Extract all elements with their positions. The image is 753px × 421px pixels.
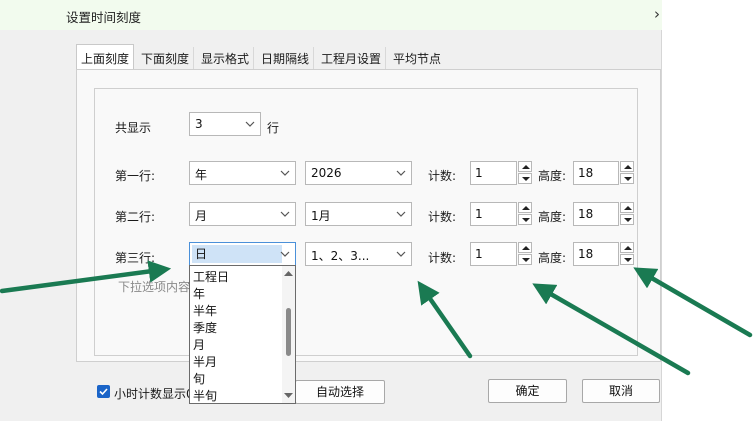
row3-count-input[interactable] — [470, 242, 517, 266]
tab-display-format[interactable]: 显示格式 — [197, 47, 255, 69]
row2-count-label: 计数: — [428, 210, 457, 224]
dropdown-option[interactable]: 半年 — [193, 302, 217, 319]
tab-top-scale[interactable]: 上面刻度 — [76, 44, 135, 70]
row1-unit-value: 年 — [195, 168, 208, 182]
scroll-down-icon[interactable] — [284, 392, 293, 399]
row2-unit-select[interactable]: 月 — [189, 202, 296, 226]
row2-height-down-button[interactable] — [620, 214, 634, 225]
row3-unit-select[interactable]: 日 — [189, 242, 296, 266]
row1-height-down-button[interactable] — [620, 173, 634, 184]
row3-count-field[interactable] — [471, 243, 516, 265]
triangle-up-icon — [624, 165, 632, 169]
close-button[interactable]: › — [654, 5, 660, 23]
row2-height-label: 高度: — [538, 210, 567, 224]
triangle-up-icon — [522, 165, 530, 169]
ok-button[interactable]: 确定 — [488, 379, 567, 403]
dropdown-option[interactable]: 半旬 — [193, 387, 217, 403]
tab-bottom-scale[interactable]: 下面刻度 — [137, 47, 195, 69]
row1-count-up-button[interactable] — [518, 161, 532, 172]
hour-count-checkbox[interactable] — [97, 385, 110, 398]
row1-count-down-button[interactable] — [518, 173, 532, 184]
row2-height-field[interactable] — [574, 203, 618, 225]
row2-count-input[interactable] — [470, 202, 517, 226]
row3-height-down-button[interactable] — [620, 254, 634, 265]
dropdown-scroll-thumb[interactable] — [286, 308, 291, 356]
chevron-down-icon — [245, 121, 255, 127]
row1-height-field[interactable] — [574, 162, 618, 184]
row2-unit-value: 月 — [195, 209, 208, 223]
row1-height-label: 高度: — [538, 169, 567, 183]
row1-format-select[interactable]: 2026 — [305, 161, 412, 185]
chevron-down-icon — [396, 211, 406, 217]
tab-project-month[interactable]: 工程月设置 — [317, 47, 387, 69]
row1-label: 第一行: — [115, 169, 156, 183]
dropdown-option[interactable]: 工程日 — [193, 268, 229, 285]
chevron-down-icon — [280, 170, 290, 176]
dropdown-option[interactable]: 旬 — [193, 370, 205, 387]
hint-text: 下拉选项内容 — [118, 280, 191, 294]
hour-count-label: 小时计数显示0 — [114, 387, 194, 401]
row1-count-label: 计数: — [428, 169, 457, 183]
triangle-down-icon — [624, 258, 632, 262]
row2-height-up-button[interactable] — [620, 202, 634, 213]
row2-count-up-button[interactable] — [518, 202, 532, 213]
check-icon — [99, 388, 108, 396]
row1-height-up-button[interactable] — [620, 161, 634, 172]
row2-height-input[interactable] — [573, 202, 619, 226]
row3-format-select[interactable]: 1、2、3... — [305, 242, 412, 266]
triangle-down-icon — [522, 177, 530, 181]
triangle-down-icon — [522, 218, 530, 222]
row3-height-field[interactable] — [574, 243, 618, 265]
chevron-down-icon — [396, 170, 406, 176]
triangle-up-icon — [522, 206, 530, 210]
row2-format-value: 1月 — [311, 209, 331, 223]
row3-height-label: 高度: — [538, 251, 567, 265]
rows-total-suffix: 行 — [267, 121, 280, 135]
row3-format-value: 1、2、3... — [311, 249, 370, 263]
tab-date-gridline[interactable]: 日期隔线 — [257, 47, 315, 69]
row2-label: 第二行: — [115, 210, 156, 224]
dropdown-option[interactable]: 月 — [193, 336, 205, 353]
chevron-down-icon — [280, 211, 290, 217]
triangle-up-icon — [624, 206, 632, 210]
dropdown-option[interactable]: 年 — [193, 285, 205, 302]
triangle-up-icon — [624, 246, 632, 250]
chevron-down-icon — [396, 251, 406, 257]
row3-count-label: 计数: — [428, 251, 457, 265]
row2-count-field[interactable] — [471, 203, 516, 225]
rows-total-value: 3 — [195, 117, 203, 131]
triangle-up-icon — [522, 246, 530, 250]
row1-count-field[interactable] — [471, 162, 516, 184]
row1-unit-select[interactable]: 年 — [189, 161, 296, 185]
cancel-button[interactable]: 取消 — [582, 379, 660, 403]
dialog-title: 设置时间刻度 — [66, 10, 142, 25]
row3-height-up-button[interactable] — [620, 242, 634, 253]
row3-height-input[interactable] — [573, 242, 619, 266]
row1-height-input[interactable] — [573, 161, 619, 185]
unit-dropdown-list[interactable]: 工程日 年 半年 季度 月 半月 旬 半旬 — [189, 265, 296, 404]
chevron-down-icon — [280, 251, 290, 257]
row3-count-up-button[interactable] — [518, 242, 532, 253]
rows-total-select[interactable]: 3 — [189, 112, 261, 136]
auto-select-button[interactable]: 自动选择 — [295, 380, 385, 404]
row3-unit-value: 日 — [192, 245, 282, 263]
triangle-down-icon — [624, 218, 632, 222]
tab-average-node[interactable]: 平均节点 — [389, 47, 445, 69]
dropdown-option[interactable]: 半月 — [193, 353, 217, 370]
rows-total-label: 共显示 — [115, 121, 152, 135]
row3-count-down-button[interactable] — [518, 254, 532, 265]
row3-label: 第三行: — [115, 251, 156, 265]
row1-format-value: 2026 — [311, 166, 342, 180]
dropdown-option[interactable]: 季度 — [193, 319, 217, 336]
triangle-down-icon — [624, 177, 632, 181]
row2-format-select[interactable]: 1月 — [305, 202, 412, 226]
triangle-down-icon — [522, 258, 530, 262]
scroll-up-icon[interactable] — [284, 270, 293, 277]
row1-count-input[interactable] — [470, 161, 517, 185]
row2-count-down-button[interactable] — [518, 214, 532, 225]
